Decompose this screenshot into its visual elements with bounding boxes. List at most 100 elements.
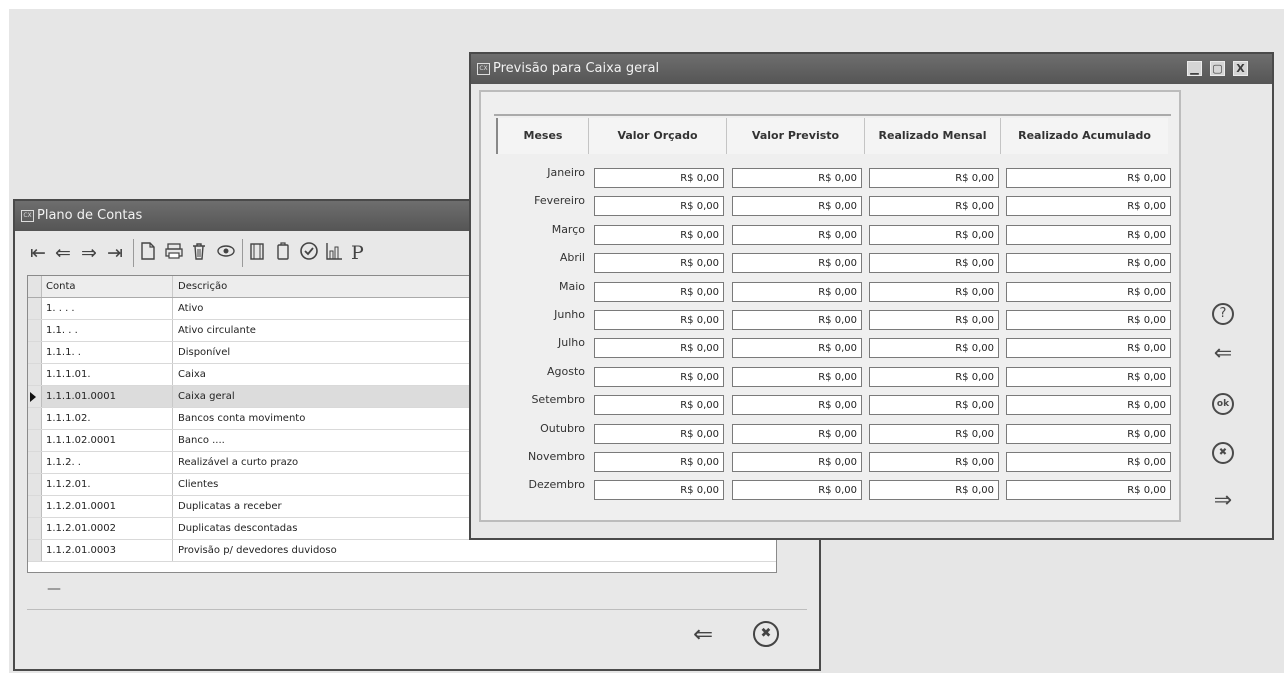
value-field-previsto[interactable]: R$ 0,00 <box>732 310 862 330</box>
cell-conta: 1.1.2. . <box>46 457 81 468</box>
month-label: Junho <box>554 308 585 321</box>
view-icon[interactable] <box>215 241 237 267</box>
value-field-orcado[interactable]: R$ 0,00 <box>594 423 724 444</box>
value-field-mensal[interactable]: R$ 0,00 <box>869 366 999 387</box>
value-field-acumulado[interactable]: R$ 0,00 <box>1006 480 1171 501</box>
value-field-orcado[interactable]: R$ 0,00 <box>594 224 724 245</box>
value-field-orcado[interactable]: R$ 0,00 <box>594 366 724 387</box>
cell-conta: 1.1.1.01.0001 <box>46 391 116 402</box>
value-field-mensal[interactable]: R$ 0,00 <box>869 196 999 217</box>
cell-descricao: Caixa <box>178 369 206 380</box>
cancel-button[interactable]: ✖ <box>1208 438 1238 468</box>
value-field-orcado[interactable]: R$ 0,00 <box>594 452 724 472</box>
ok-icon: ok <box>1212 393 1234 415</box>
value-field-orcado[interactable]: R$ 0,00 <box>594 338 724 359</box>
cell-conta: 1.1. . . <box>46 325 78 336</box>
cell-conta: 1.1.2.01.0002 <box>46 523 116 534</box>
value-field-acumulado[interactable]: R$ 0,00 <box>1006 253 1171 274</box>
value-field-orcado[interactable]: R$ 0,00 <box>594 253 724 274</box>
value-field-previsto[interactable]: R$ 0,00 <box>732 338 862 359</box>
cancel-button[interactable]: ✖ <box>753 621 779 647</box>
value-field-mensal[interactable]: R$ 0,00 <box>869 423 999 444</box>
last-record-icon[interactable]: ⇥ <box>107 241 123 265</box>
first-record-icon[interactable]: ⇤ <box>30 241 46 265</box>
chart-icon[interactable] <box>324 241 344 267</box>
month-label: Fevereiro <box>534 194 585 208</box>
ok-button[interactable]: ok <box>1208 389 1238 419</box>
close-button[interactable]: X <box>1233 61 1248 76</box>
value-field-mensal[interactable]: R$ 0,00 <box>869 452 999 472</box>
value-field-previsto[interactable]: R$ 0,00 <box>732 253 862 274</box>
plano-window-title: Plano de Contas <box>37 208 143 223</box>
confirm-icon[interactable] <box>299 241 319 267</box>
cell-conta: 1.1.1.02. <box>46 413 91 424</box>
p-icon[interactable]: P <box>351 241 364 265</box>
value-field-mensal[interactable]: R$ 0,00 <box>869 480 999 501</box>
value-field-previsto[interactable]: R$ 0,00 <box>732 366 862 387</box>
minimize-button[interactable]: ▁ <box>1187 61 1202 76</box>
value-field-orcado[interactable]: R$ 0,00 <box>594 196 724 217</box>
help-button[interactable]: ? <box>1208 299 1238 329</box>
report-icon[interactable] <box>248 241 266 267</box>
value-field-orcado[interactable]: R$ 0,00 <box>594 168 724 188</box>
delete-icon[interactable] <box>190 241 208 267</box>
value-field-orcado[interactable]: R$ 0,00 <box>594 310 724 330</box>
value-field-acumulado[interactable]: R$ 0,00 <box>1006 281 1171 302</box>
header-valor-orcado: Valor Orçado <box>588 118 726 154</box>
cell-descricao: Ativo <box>178 303 204 314</box>
cell-conta: 1.1.2.01.0003 <box>46 545 116 556</box>
forward-button[interactable]: ⇒ <box>1208 486 1238 516</box>
back-button[interactable]: ⇐ <box>1208 339 1238 369</box>
column-header-conta[interactable]: Conta <box>46 281 176 292</box>
month-label: Agosto <box>546 364 585 378</box>
maximize-button[interactable]: ▢ <box>1210 61 1225 76</box>
value-field-previsto[interactable]: R$ 0,00 <box>732 196 862 217</box>
value-field-previsto[interactable]: R$ 0,00 <box>732 395 862 416</box>
value-field-mensal[interactable]: R$ 0,00 <box>869 338 999 359</box>
value-field-mensal[interactable]: R$ 0,00 <box>869 310 999 330</box>
print-icon[interactable] <box>164 241 184 267</box>
value-field-acumulado[interactable]: R$ 0,00 <box>1006 168 1171 188</box>
row-indicator <box>28 298 42 319</box>
cell-descricao: Provisão p/ devedores duvidoso <box>178 545 337 556</box>
window-app-icon: CX <box>21 210 34 222</box>
value-field-mensal[interactable]: R$ 0,00 <box>869 281 999 302</box>
value-field-orcado[interactable]: R$ 0,00 <box>594 480 724 501</box>
month-label: Maio <box>558 279 585 293</box>
value-field-acumulado[interactable]: R$ 0,00 <box>1006 338 1171 359</box>
value-field-acumulado[interactable]: R$ 0,00 <box>1006 423 1171 444</box>
previsao-title-bar[interactable]: CX Previsão para Caixa geral ▁ ▢ X <box>471 54 1272 84</box>
value-field-orcado[interactable]: R$ 0,00 <box>594 281 724 302</box>
cell-descricao: Bancos conta movimento <box>178 413 306 424</box>
row-indicator <box>28 496 42 517</box>
next-record-icon[interactable]: ⇒ <box>81 241 97 265</box>
value-field-previsto[interactable]: R$ 0,00 <box>732 452 862 472</box>
row-indicator <box>28 452 42 473</box>
value-field-previsto[interactable]: R$ 0,00 <box>732 224 862 245</box>
value-field-mensal[interactable]: R$ 0,00 <box>869 395 999 416</box>
value-field-acumulado[interactable]: R$ 0,00 <box>1006 196 1171 217</box>
toolbar-separator <box>242 239 243 267</box>
cell-descricao: Caixa geral <box>178 391 235 402</box>
value-field-previsto[interactable]: R$ 0,00 <box>732 423 862 444</box>
value-field-previsto[interactable]: R$ 0,00 <box>732 480 862 501</box>
value-field-acumulado[interactable]: R$ 0,00 <box>1006 452 1171 472</box>
back-button[interactable]: ⇐ <box>693 619 713 649</box>
value-field-acumulado[interactable]: R$ 0,00 <box>1006 310 1171 330</box>
value-field-previsto[interactable]: R$ 0,00 <box>732 281 862 302</box>
value-field-previsto[interactable]: R$ 0,00 <box>732 168 862 188</box>
copy-icon[interactable] <box>274 241 292 267</box>
value-field-acumulado[interactable]: R$ 0,00 <box>1006 224 1171 245</box>
prev-record-icon[interactable]: ⇐ <box>55 241 71 265</box>
value-field-mensal[interactable]: R$ 0,00 <box>869 224 999 245</box>
value-field-mensal[interactable]: R$ 0,00 <box>869 168 999 188</box>
new-document-icon[interactable] <box>139 241 157 267</box>
month-label: Julho <box>558 336 585 350</box>
value-field-acumulado[interactable]: R$ 0,00 <box>1006 395 1171 416</box>
table-row[interactable]: 1.1.2.01.0003 Provisão p/ devedores duvid… <box>28 540 776 562</box>
value-field-mensal[interactable]: R$ 0,00 <box>869 253 999 274</box>
row-indicator <box>28 342 42 363</box>
value-field-acumulado[interactable]: R$ 0,00 <box>1006 366 1171 387</box>
column-header-descricao[interactable]: Descrição <box>178 281 227 292</box>
value-field-orcado[interactable]: R$ 0,00 <box>594 395 724 416</box>
